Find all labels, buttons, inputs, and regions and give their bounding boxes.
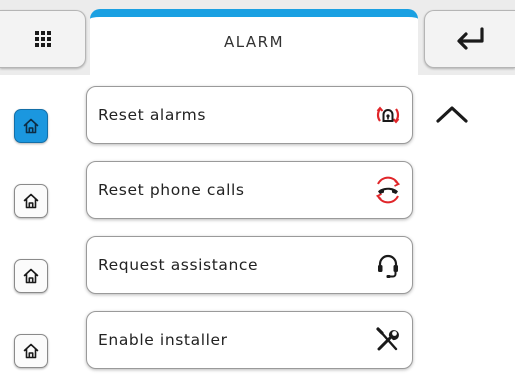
home-button-enable-installer[interactable] [14, 334, 48, 368]
alarm-reset-icon [376, 106, 400, 124]
reset-alarms-label: Reset alarms [98, 106, 207, 124]
tools-icon [376, 327, 399, 351]
headset-icon [378, 254, 398, 278]
reset-phone-calls-button[interactable]: Reset phone calls [86, 161, 413, 219]
top-bar: ALARM [0, 0, 515, 75]
home-button-reset-phone-calls[interactable] [14, 184, 48, 218]
chevron-up-icon[interactable] [432, 99, 472, 129]
enable-installer-label: Enable installer [98, 331, 228, 349]
reset-alarms-button[interactable]: Reset alarms [86, 86, 413, 144]
home-icon [23, 118, 39, 134]
back-button[interactable] [424, 10, 515, 68]
home-icon [23, 268, 39, 284]
menu-button[interactable] [0, 10, 86, 68]
reset-phone-calls-label: Reset phone calls [98, 181, 245, 199]
request-assistance-label: Request assistance [98, 256, 259, 274]
phone-reset-icon [375, 176, 401, 204]
home-button-request-assistance[interactable] [14, 259, 48, 293]
return-arrow-icon [457, 27, 484, 50]
enable-installer-button[interactable]: Enable installer [86, 311, 413, 369]
page-title: ALARM [223, 33, 285, 51]
home-icon [23, 193, 39, 209]
grid-menu-icon [34, 31, 51, 47]
request-assistance-button[interactable]: Request assistance [86, 236, 413, 294]
home-button-reset-alarms[interactable] [14, 109, 48, 143]
title-tab: ALARM [90, 9, 418, 75]
home-icon [23, 343, 39, 359]
action-list: Reset alarms Reset phone calls Request a… [0, 75, 515, 380]
